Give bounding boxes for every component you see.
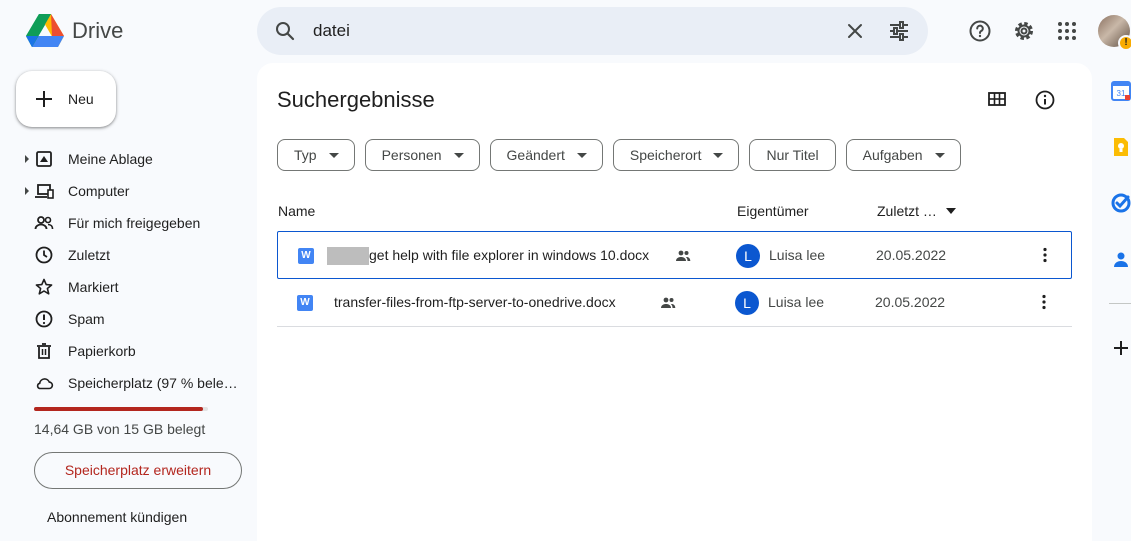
owner-avatar: L bbox=[736, 244, 760, 268]
calendar-icon[interactable]: 31 bbox=[1111, 81, 1131, 101]
keep-icon[interactable] bbox=[1111, 137, 1131, 157]
spam-icon bbox=[34, 309, 54, 329]
filter-title-only[interactable]: Nur Titel bbox=[749, 139, 836, 171]
filter-location[interactable]: Speicherort bbox=[612, 139, 740, 171]
search-options-icon[interactable] bbox=[887, 19, 911, 43]
apps-grid-icon[interactable] bbox=[1055, 19, 1079, 43]
chip-label: Speicherort bbox=[629, 147, 702, 163]
dropdown-arrow-icon bbox=[713, 152, 724, 158]
modified-date: 20.05.2022 bbox=[875, 294, 946, 310]
sidebar-item-label: Papierkorb bbox=[68, 343, 136, 359]
shared-people-icon bbox=[660, 295, 676, 311]
filter-tasks[interactable]: Aufgaben bbox=[845, 139, 961, 171]
column-header-owner[interactable]: Eigentümer bbox=[737, 203, 809, 219]
storage-usage-text: 14,64 GB von 15 GB belegt bbox=[34, 421, 206, 437]
more-options-icon[interactable] bbox=[1035, 245, 1055, 265]
drive-logo-icon bbox=[26, 14, 64, 47]
dropdown-arrow-icon bbox=[576, 152, 587, 158]
sidebar-item-trash[interactable]: Papierkorb bbox=[0, 335, 256, 367]
sidebar-item-label: Computer bbox=[68, 183, 130, 199]
dropdown-arrow-icon bbox=[328, 152, 339, 158]
info-icon[interactable] bbox=[1034, 89, 1056, 111]
dropdown-arrow-icon bbox=[453, 152, 464, 158]
caret-right-icon[interactable] bbox=[24, 155, 30, 163]
more-options-icon[interactable] bbox=[1034, 292, 1054, 312]
sidebar-item-storage[interactable]: Speicherplatz (97 % bele… bbox=[0, 367, 256, 399]
filter-type[interactable]: Typ bbox=[277, 139, 355, 171]
owner-name: Luisa lee bbox=[768, 294, 825, 310]
storage-progress-fill bbox=[34, 407, 203, 411]
contacts-icon[interactable] bbox=[1111, 249, 1131, 269]
modified-date: 20.05.2022 bbox=[876, 247, 947, 263]
filter-people[interactable]: Personen bbox=[364, 139, 480, 171]
plus-icon bbox=[36, 91, 52, 107]
word-doc-icon: W bbox=[298, 248, 314, 264]
sidebar-item-starred[interactable]: Markiert bbox=[0, 271, 256, 303]
shared-people-icon bbox=[675, 248, 691, 264]
sidebar-item-label: Spam bbox=[68, 311, 105, 327]
cloud-icon bbox=[34, 373, 54, 393]
sidebar-item-my-drive[interactable]: Meine Ablage bbox=[0, 143, 256, 175]
clock-icon bbox=[34, 245, 54, 265]
help-icon[interactable] bbox=[968, 19, 992, 43]
sidebar-item-label: Meine Ablage bbox=[68, 151, 153, 167]
sidebar-item-label: Speicherplatz (97 % bele… bbox=[68, 375, 238, 391]
chip-label: Nur Titel bbox=[766, 147, 819, 163]
owner-name: Luisa lee bbox=[769, 247, 826, 263]
storage-progress-bar bbox=[34, 407, 208, 411]
filter-modified[interactable]: Geändert bbox=[489, 139, 603, 171]
my-drive-icon bbox=[34, 149, 54, 169]
file-name: transfer-files-from-ftp-server-to-onedri… bbox=[334, 294, 616, 310]
new-button-label: Neu bbox=[68, 91, 94, 107]
sidebar-item-recent[interactable]: Zuletzt bbox=[0, 239, 256, 271]
chip-label: Typ bbox=[294, 147, 317, 163]
search-icon[interactable] bbox=[273, 19, 297, 43]
table-row[interactable]: W transfer-files-from-ftp-server-to-oned… bbox=[277, 279, 1072, 327]
gear-icon[interactable] bbox=[1012, 19, 1036, 43]
redacted-text bbox=[327, 247, 369, 265]
cancel-subscription-link[interactable]: Abonnement kündigen bbox=[47, 509, 187, 525]
add-icon[interactable] bbox=[1111, 338, 1131, 358]
sort-arrow-icon[interactable] bbox=[945, 205, 957, 217]
computer-icon bbox=[34, 181, 54, 201]
grid-view-icon[interactable] bbox=[987, 89, 1007, 109]
sidebar-item-shared[interactable]: Für mich freigegeben bbox=[0, 207, 256, 239]
filter-chips: Typ Personen Geändert Speicherort Nur Ti… bbox=[277, 139, 971, 171]
main-panel: Suchergebnisse Typ Personen Geändert Spe… bbox=[257, 63, 1092, 541]
sidebar-item-spam[interactable]: Spam bbox=[0, 303, 256, 335]
shared-people-icon bbox=[34, 213, 54, 233]
sidebar-item-label: Markiert bbox=[68, 279, 119, 295]
app-name: Drive bbox=[72, 18, 124, 43]
account-avatar[interactable]: ! bbox=[1098, 15, 1131, 51]
chip-label: Aufgaben bbox=[862, 147, 923, 163]
drive-logo[interactable]: Drive bbox=[26, 14, 123, 48]
owner-avatar: L bbox=[735, 291, 759, 315]
word-doc-icon: W bbox=[297, 295, 313, 311]
close-icon[interactable] bbox=[843, 19, 867, 43]
chip-label: Geändert bbox=[506, 147, 565, 163]
column-header-name[interactable]: Name bbox=[278, 203, 315, 219]
table-row[interactable]: W get help with file explorer in windows… bbox=[277, 231, 1072, 279]
sidebar-item-label: Zuletzt bbox=[68, 247, 111, 263]
column-header-modified[interactable]: Zuletzt … bbox=[877, 203, 937, 219]
new-button[interactable]: Neu bbox=[16, 71, 116, 127]
svg-text:31: 31 bbox=[1117, 89, 1126, 98]
sidebar-nav: Meine Ablage Computer Für mich freigegeb… bbox=[0, 143, 256, 399]
rail-divider bbox=[1109, 303, 1131, 304]
file-name: get help with file explorer in windows 1… bbox=[369, 247, 650, 263]
search-input[interactable]: datei bbox=[313, 21, 350, 41]
tasks-icon[interactable] bbox=[1111, 193, 1131, 213]
star-icon bbox=[34, 277, 54, 297]
page-title: Suchergebnisse bbox=[277, 87, 435, 112]
caret-right-icon[interactable] bbox=[24, 187, 30, 195]
trash-icon bbox=[34, 341, 54, 361]
sidebar-item-label: Für mich freigegeben bbox=[68, 215, 201, 231]
chip-label: Personen bbox=[381, 147, 442, 163]
upgrade-storage-button[interactable]: Speicherplatz erweitern bbox=[34, 452, 242, 489]
dropdown-arrow-icon bbox=[934, 152, 945, 158]
search-bar[interactable]: datei bbox=[257, 7, 928, 55]
warning-badge-icon: ! bbox=[1118, 35, 1131, 51]
sidebar-item-computer[interactable]: Computer bbox=[0, 175, 256, 207]
